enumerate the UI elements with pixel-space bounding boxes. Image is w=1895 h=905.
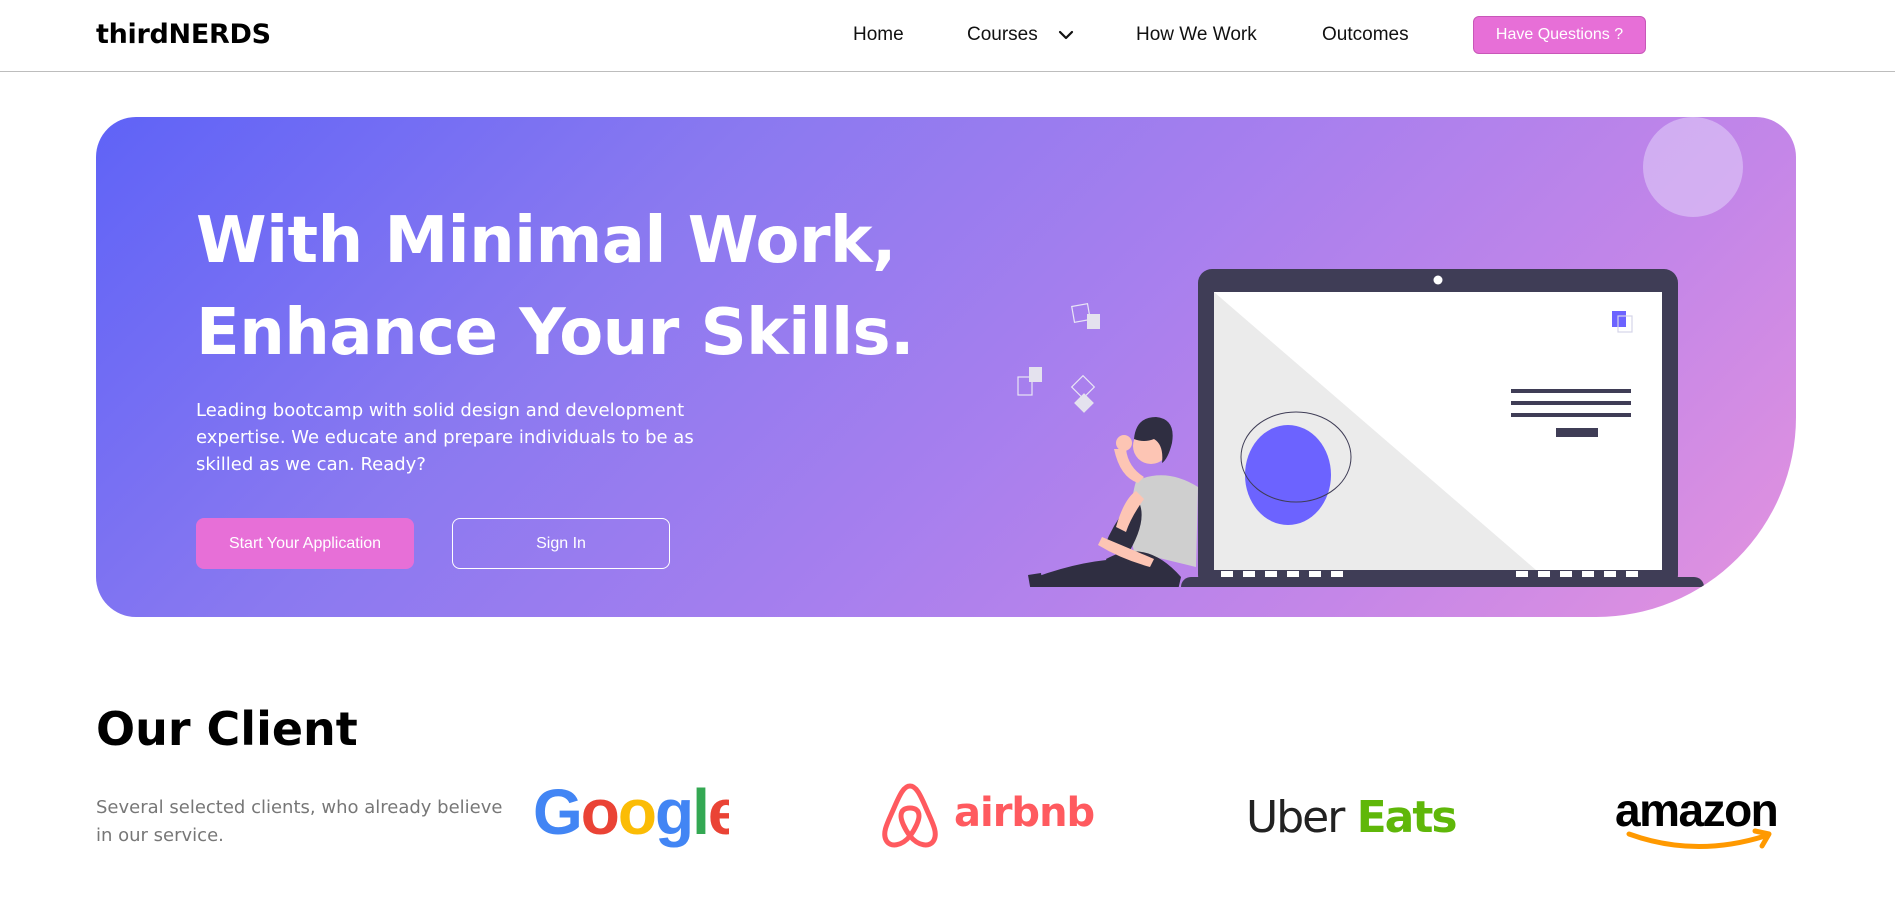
sign-in-button[interactable]: Sign In — [452, 518, 670, 569]
amazon-logo: amazon — [1615, 786, 1779, 849]
site-logo[interactable]: thirdNERDS — [96, 19, 271, 50]
laptop-person-illustration — [1017, 269, 1704, 587]
svg-text:amazon: amazon — [1615, 786, 1777, 836]
google-logo: Google — [533, 778, 729, 848]
nav-courses[interactable]: Courses — [967, 24, 1038, 46]
floating-squares — [1017, 303, 1100, 413]
uber-eats-logo: Uber Eats — [1246, 792, 1458, 843]
airbnb-logo: airbnb — [882, 783, 1095, 848]
nav-how-we-work[interactable]: How We Work — [1136, 24, 1257, 46]
chevron-down-icon[interactable] — [1057, 26, 1075, 44]
clients-subtitle: Several selected clients, who already be… — [96, 797, 503, 846]
svg-text:Uber Eats: Uber Eats — [1246, 792, 1456, 843]
navbar: thirdNERDS Home Courses How We Work Outc… — [0, 0, 1895, 72]
hero-banner: With Minimal Work, Enhance Your Skills. … — [96, 117, 1796, 617]
svg-text:Google: Google — [533, 778, 729, 848]
clients-title: Our Client — [96, 702, 358, 756]
nav-home[interactable]: Home — [853, 24, 904, 46]
person-figure — [1028, 417, 1198, 587]
have-questions-button[interactable]: Have Questions ? — [1473, 16, 1646, 54]
hero-title: With Minimal Work, Enhance Your Skills. — [196, 195, 956, 379]
svg-text:airbnb: airbnb — [954, 790, 1094, 836]
nav-outcomes[interactable]: Outcomes — [1322, 24, 1409, 46]
start-application-button[interactable]: Start Your Application — [196, 518, 414, 569]
laptop-base — [1181, 577, 1704, 587]
hero-subtitle: Leading bootcamp with solid design and d… — [196, 400, 694, 475]
hero-title-line2: Enhance Your Skills. — [196, 296, 914, 370]
hero-title-line1: With Minimal Work, — [196, 204, 896, 278]
